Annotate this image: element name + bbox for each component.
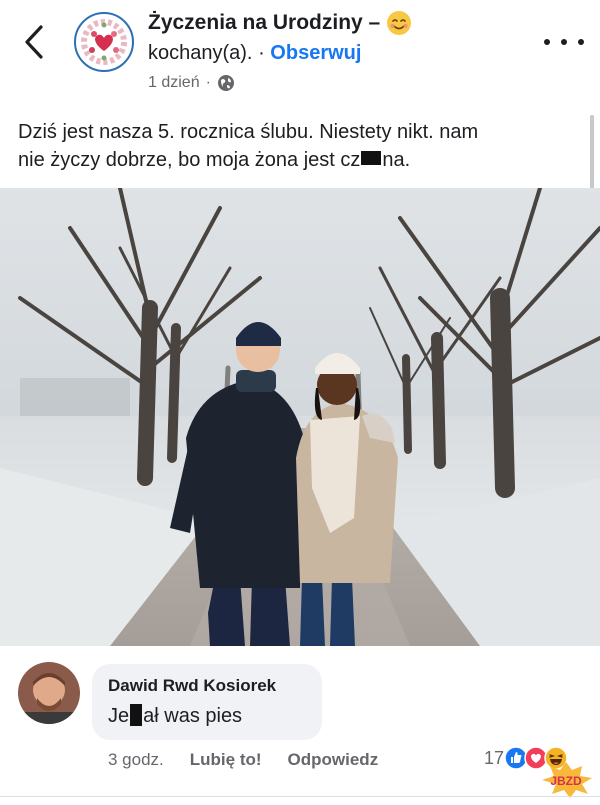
comment-like-button[interactable]: Lubię to! xyxy=(190,750,262,770)
smiling-face-with-hearts-icon xyxy=(387,11,412,35)
post-time[interactable]: 1 dzień xyxy=(148,74,200,92)
comment-bubble: Dawid Rwd Kosiorek Je ał was pies xyxy=(92,664,322,740)
post-photo[interactable] xyxy=(0,188,600,646)
comment-text-before: Je xyxy=(108,705,130,727)
more-options-button[interactable] xyxy=(544,30,584,54)
comment-reply-button[interactable]: Odpowiedz xyxy=(288,750,379,770)
chevron-left-icon xyxy=(25,25,43,59)
back-button[interactable] xyxy=(18,22,50,62)
post-text-line2-before: nie życzy dobrze, bo moja żona jest cz xyxy=(18,149,361,171)
follow-button[interactable]: Obserwuj xyxy=(270,42,361,64)
post-text-line2: nie życzy dobrze, bo moja żona jest cz na… xyxy=(18,146,578,174)
subtitle-separator: · xyxy=(258,42,265,64)
page-title[interactable]: Życzenia na Urodziny – xyxy=(148,10,412,36)
commenter-avatar[interactable] xyxy=(18,662,80,724)
comment-actions: 3 godz. Lubię to! Odpowiedz xyxy=(108,750,378,770)
more-dot xyxy=(544,39,550,45)
censor-block xyxy=(361,151,382,165)
post-text-line1: Dziś jest nasza 5. rocznica ślubu. Niest… xyxy=(18,121,479,143)
jbzd-watermark-icon: JBZD xyxy=(542,762,592,798)
subtitle-name: kochany(a). xyxy=(148,42,253,64)
couple-winter-photo xyxy=(0,188,600,646)
meta-separator: · xyxy=(205,74,211,91)
page-avatar[interactable] xyxy=(74,12,134,72)
person-avatar-icon xyxy=(18,662,80,724)
comment-time[interactable]: 3 godz. xyxy=(108,750,164,770)
censor-block xyxy=(130,704,143,726)
divider xyxy=(0,796,600,797)
post-text: Dziś jest nasza 5. rocznica ślubu. Niest… xyxy=(18,118,578,174)
post-meta: 1 dzień · xyxy=(148,74,235,92)
more-dot xyxy=(578,39,584,45)
comment-author[interactable]: Dawid Rwd Kosiorek xyxy=(108,676,276,696)
svg-text:JBZD: JBZD xyxy=(550,774,582,788)
page-title-text: Życzenia na Urodziny – xyxy=(148,11,381,34)
reaction-count: 17 xyxy=(484,747,505,768)
comment-text-after: ał was pies xyxy=(143,705,243,727)
comment-text: Je ał was pies xyxy=(108,704,242,728)
more-dot xyxy=(561,39,567,45)
post-header: Życzenia na Urodziny – kochany(a). · Obs… xyxy=(0,0,600,108)
globe-icon[interactable] xyxy=(217,74,235,92)
watermark-logo: JBZD xyxy=(536,760,596,800)
post-text-line2-after: na. xyxy=(382,149,411,171)
page-subtitle: kochany(a). · Obserwuj xyxy=(148,42,361,65)
heart-wreath-icon xyxy=(77,15,131,69)
